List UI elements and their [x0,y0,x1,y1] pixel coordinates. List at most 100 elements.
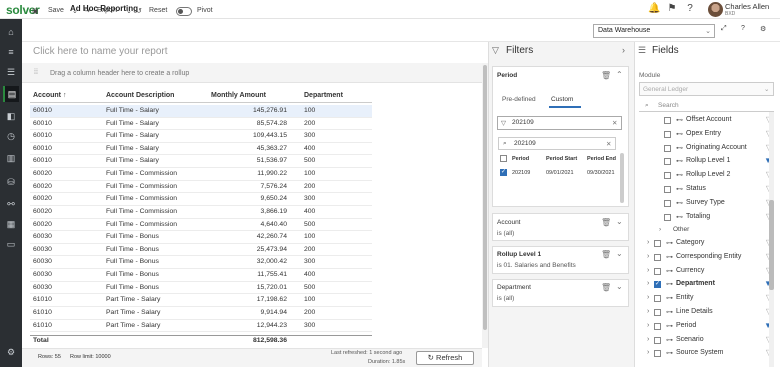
department-cell[interactable]: 100 [304,296,315,303]
feedback-icon[interactable]: ⚑ [666,3,678,15]
gear-icon[interactable]: ⚙ [760,25,766,33]
field-group-item[interactable]: ›⊶Source System▽ [634,347,780,361]
table-row[interactable] [30,231,372,244]
chevron-down-icon[interactable]: ⌄ [72,7,78,15]
department-cell[interactable]: 400 [304,145,315,152]
department-cell[interactable]: 300 [304,322,315,329]
field-checkbox[interactable] [654,350,661,358]
field-sub-item[interactable]: ⊷Rollup Level 1▼ [634,155,780,169]
expand-icon[interactable]: › [647,267,649,274]
department-cell[interactable]: 400 [304,208,315,215]
expand-icon[interactable]: › [647,253,649,260]
table-row[interactable] [30,219,372,232]
table-row[interactable] [30,294,372,307]
department-cell[interactable]: 100 [304,107,315,114]
account-description-cell[interactable]: Full Time - Bonus [106,284,159,291]
field-checkbox[interactable] [654,322,661,330]
monthly-amount-cell[interactable]: 85,574.28 [227,120,287,127]
field-group-item[interactable]: ›⊶Entity▽ [634,292,780,306]
account-cell[interactable]: 60010 [33,157,52,164]
field-sub-item[interactable]: ⊷Offset Account▽ [634,114,780,128]
field-sub-item[interactable]: ⊷Rollup Level 2▽ [634,169,780,183]
table-row[interactable] [30,206,372,219]
field-group-item[interactable]: ›⊶Period▼ [634,320,780,334]
monthly-amount-cell[interactable]: 42,260.74 [227,233,287,240]
sort-asc-icon[interactable]: ↑ [63,92,67,99]
department-cell[interactable]: 200 [304,183,315,190]
tab-predefined[interactable]: Pre-defined [502,96,536,103]
tab-custom[interactable]: Custom [551,96,573,103]
period-row-checkbox[interactable] [500,168,507,176]
account-cell[interactable]: 60020 [33,183,52,190]
account-description-cell[interactable]: Full Time - Salary [106,107,159,114]
expand-icon[interactable]: › [647,308,649,315]
trash-icon[interactable]: 🗑 [601,71,611,80]
table-row[interactable] [30,181,372,194]
department-cell[interactable]: 100 [304,233,315,240]
user-name[interactable]: Charles Allen [725,2,769,11]
account-cell[interactable]: 61010 [33,309,52,316]
monthly-amount-cell[interactable]: 15,720.01 [227,284,287,291]
menu-icon[interactable]: ≡ [3,44,19,60]
grid-scroll-thumb[interactable] [483,65,487,330]
avatar[interactable] [708,2,723,17]
field-checkbox[interactable] [654,253,661,261]
monthly-amount-cell[interactable]: 11,755.41 [227,271,287,278]
field-group-item[interactable]: ›⊶Category▽ [634,237,780,251]
account-description-cell[interactable]: Full Time - Bonus [106,233,159,240]
account-cell[interactable]: 60010 [33,132,52,139]
field-sub-item[interactable]: ⊷Status▽ [634,183,780,197]
table-row[interactable] [30,193,372,206]
table-row[interactable] [30,168,372,181]
export-button[interactable]: Export [97,7,117,14]
department-cell[interactable]: 500 [304,157,315,164]
chevron-down-icon[interactable]: ⌄ [616,217,623,226]
field-checkbox[interactable] [654,295,661,303]
expand-icon[interactable]: › [647,294,649,301]
reporting-icon[interactable]: ▤ [3,86,19,102]
monthly-amount-cell[interactable]: 145,276.91 [227,107,287,114]
document-icon[interactable]: ▭ [3,236,19,252]
table-row[interactable] [30,105,372,118]
monthly-amount-cell[interactable]: 51,536.97 [227,157,287,164]
field-checkbox[interactable] [664,186,671,193]
field-sub-item[interactable]: ⊷Survey Type▽ [634,197,780,211]
monthly-amount-cell[interactable]: 7,576.24 [227,183,287,190]
save-button[interactable]: Save [48,7,64,14]
table-row[interactable] [30,320,372,333]
table-row[interactable] [30,307,372,320]
table-row[interactable] [30,282,372,295]
department-cell[interactable]: 200 [304,246,315,253]
period-list-scrollbar[interactable] [620,153,624,203]
account-description-cell[interactable]: Full Time - Salary [106,157,159,164]
account-description-cell[interactable]: Full Time - Commission [106,221,177,228]
account-cell[interactable]: 60030 [33,258,52,265]
grid-icon[interactable]: ▦ [3,216,19,232]
account-cell[interactable]: 61010 [33,322,52,329]
clock-icon[interactable]: ◷ [3,128,19,144]
expand-icon[interactable]: › [647,239,649,246]
monthly-amount-cell[interactable]: 3,866.19 [227,208,287,215]
department-cell[interactable]: 300 [304,195,315,202]
dashboard-icon[interactable]: ◧ [3,108,19,124]
account-description-cell[interactable]: Full Time - Commission [106,208,177,215]
department-cell[interactable]: 100 [304,170,315,177]
field-checkbox[interactable] [664,213,671,221]
account-description-cell[interactable]: Full Time - Salary [106,145,159,152]
field-checkbox[interactable] [664,144,671,152]
field-checkbox[interactable] [664,117,671,124]
account-description-cell[interactable]: Full Time - Bonus [106,258,159,265]
field-group-item[interactable]: ›⊶Department▼ [634,278,780,292]
save-icon[interactable]: ▣ [32,7,39,15]
monthly-amount-cell[interactable]: 45,363.27 [227,145,287,152]
account-cell[interactable]: 60010 [33,107,52,114]
monthly-amount-cell[interactable]: 25,473.94 [227,246,287,253]
expand-icon[interactable]: › [647,280,649,287]
settings-icon[interactable]: ⚙ [3,344,19,360]
account-description-cell[interactable]: Full Time - Commission [106,170,177,177]
account-description-cell[interactable]: Part Time - Salary [106,296,160,303]
monthly-amount-cell[interactable]: 12,944.23 [227,322,287,329]
monthly-amount-cell[interactable]: 11,990.22 [227,170,287,177]
account-cell[interactable]: 61010 [33,296,52,303]
department-cell[interactable]: 500 [304,221,315,228]
